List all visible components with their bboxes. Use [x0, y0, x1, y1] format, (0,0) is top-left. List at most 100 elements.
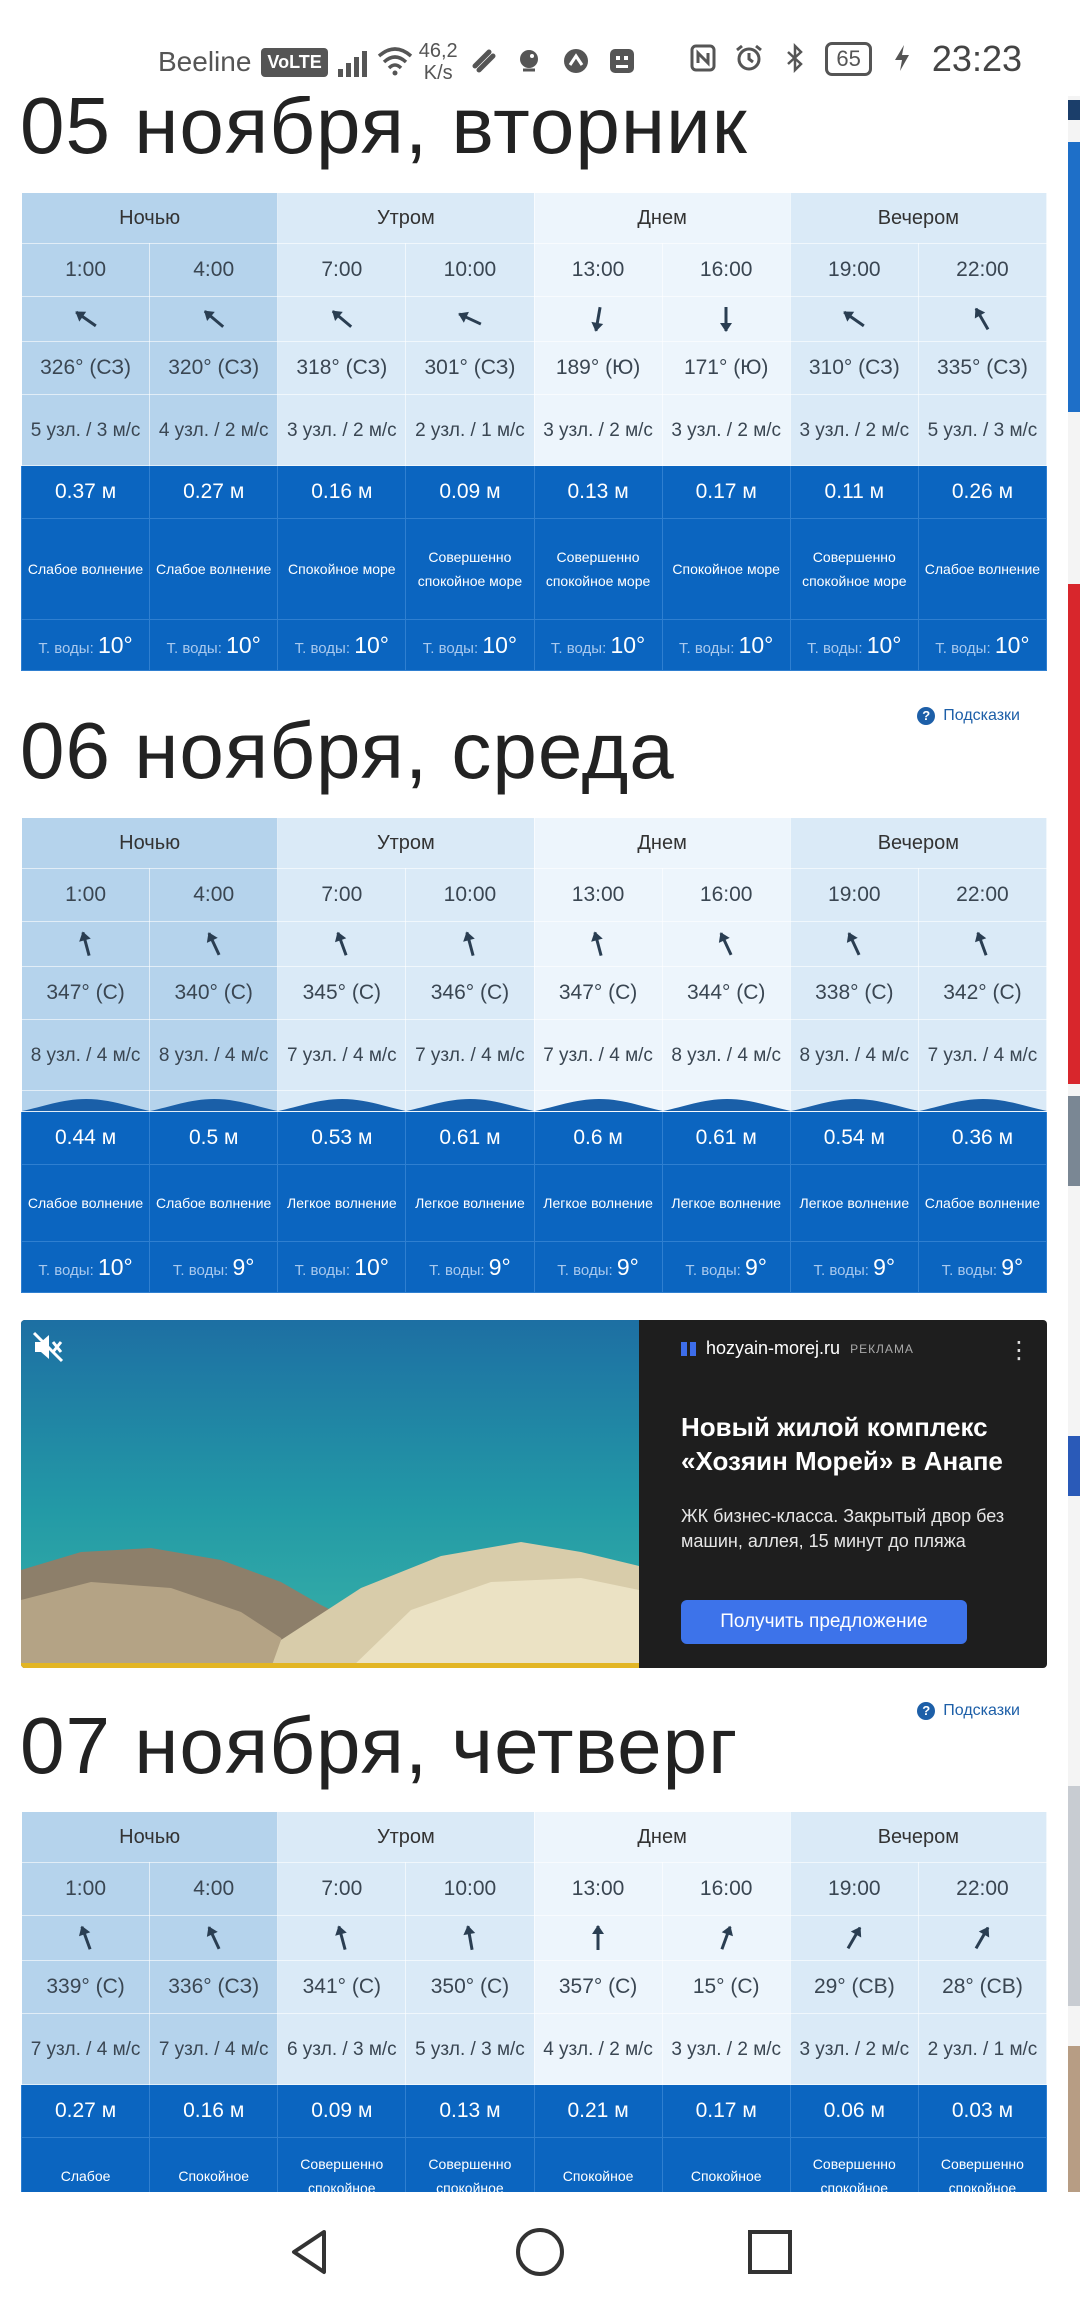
hints-link[interactable]: ? Подсказки	[917, 707, 1020, 725]
wind-degree-cell: 15° (С)	[661, 1960, 791, 2014]
wave-height-cell: 0.5 м	[149, 1111, 279, 1165]
advertisement[interactable]: hozyain-morej.ru РЕКЛАМА ⋮ Новый жилой к…	[21, 1320, 1047, 1668]
more-options-icon[interactable]: ⋮	[1007, 1336, 1031, 1365]
time-cell: 1:00	[21, 1862, 151, 1916]
wind-speed-cell: 6 узл. / 3 м/с	[277, 2013, 407, 2085]
wind-direction-arrow-icon	[917, 1915, 1047, 1961]
wind-direction-arrow-icon	[149, 921, 279, 967]
water-temp-cell: Т. воды: 10°	[789, 619, 919, 671]
wind-degree-cell: 338° (С)	[789, 966, 919, 1020]
period-header: Утром	[277, 817, 535, 869]
wind-degree-cell: 350° (С)	[405, 1960, 535, 2014]
wave-height-cell: 0.27 м	[21, 2084, 151, 2138]
ad-text-panel[interactable]: hozyain-morej.ru РЕКЛАМА ⋮ Новый жилой к…	[661, 1320, 1047, 1668]
time-cell: 22:00	[917, 243, 1048, 297]
time-cell: 13:00	[533, 1862, 663, 1916]
time-cell: 4:00	[149, 243, 279, 297]
speedometer-icon	[560, 46, 592, 78]
water-temp-value: 10°	[482, 631, 518, 658]
wave-height-cell: 0.61 м	[405, 1111, 535, 1165]
hints-link[interactable]: ? Подсказки	[917, 1702, 1020, 1720]
wave-shape-graphic	[149, 1090, 279, 1112]
wind-degree-cell: 344° (С)	[661, 966, 791, 1020]
wind-direction-arrow-icon	[405, 1915, 535, 1961]
question-icon: ?	[917, 1702, 936, 1720]
ad-domain[interactable]: hozyain-morej.ru РЕКЛАМА	[681, 1338, 914, 1359]
water-temp-cell: Т. воды: 9°	[661, 1241, 791, 1293]
wind-direction-arrow-icon	[533, 921, 663, 967]
water-temp-cell: Т. воды: 9°	[405, 1241, 535, 1293]
home-icon[interactable]	[510, 2222, 570, 2282]
forecast-table: Ночью Утром Днем Вечером 1:00 4:00 7:00 10:00 13…	[20, 192, 1048, 671]
wind-degree-cell: 310° (СЗ)	[789, 341, 919, 395]
wind-direction-arrow-icon	[789, 921, 919, 967]
sea-state-cell: Легкое волнение	[277, 1164, 407, 1242]
ad-title[interactable]: Новый жилой комплекс «Хозяин Морей» в Ан…	[681, 1410, 1041, 1478]
time-cell: 7:00	[277, 243, 407, 297]
period-header: Вечером	[789, 1811, 1047, 1863]
wave-shape-graphic	[277, 1090, 407, 1112]
wave-height-cell: 0.61 м	[661, 1111, 791, 1165]
wind-speed-cell: 3 узл. / 2 м/с	[533, 394, 663, 466]
wind-degree-cell: 341° (С)	[277, 1960, 407, 2014]
water-temp-value: 9°	[488, 1253, 511, 1280]
wind-direction-arrow-icon	[21, 1915, 151, 1961]
water-temp-value: 9°	[232, 1253, 255, 1280]
sea-state-cell: Слабое волнение	[917, 1164, 1048, 1242]
water-temp-value: 9°	[616, 1253, 639, 1280]
battery-indicator: 65	[825, 42, 872, 76]
wave-height-cell: 0.16 м	[149, 2084, 279, 2138]
wind-direction-arrow-icon	[149, 296, 279, 342]
wave-height-cell: 0.44 м	[20, 1111, 151, 1165]
water-temp-value: 10°	[866, 631, 902, 658]
water-temp-value: 10°	[354, 1253, 389, 1280]
recents-icon[interactable]	[740, 2222, 800, 2282]
bird-icon	[514, 46, 546, 78]
wind-direction-arrow-icon	[277, 1915, 407, 1961]
period-header: Днем	[533, 817, 791, 869]
wave-height-cell: 0.27 м	[149, 465, 279, 519]
water-temp-value: 10°	[226, 631, 261, 658]
ad-description: ЖК бизнес-класса. Закрытый двор без маши…	[681, 1506, 1005, 1551]
period-header: Ночью	[20, 817, 279, 869]
wind-direction-arrow-icon	[917, 921, 1048, 967]
water-temp-label: Т. воды:	[172, 1261, 229, 1279]
water-temp-cell: Т. воды: 10°	[405, 619, 535, 671]
water-temp-cell: Т. воды: 10°	[917, 619, 1048, 671]
water-temp-label: Т. воды:	[807, 639, 863, 657]
wind-degree-cell: 28° (СВ)	[917, 1960, 1047, 2014]
wave-height-cell: 0.09 м	[277, 2084, 407, 2138]
forecast-table: Ночью Утром Днем Вечером 1:00 4:00 7:00 10:00 13…	[20, 817, 1048, 1293]
link-icon	[468, 46, 500, 78]
water-temp-label: Т. воды:	[935, 639, 991, 657]
wave-shape-graphic	[20, 1090, 151, 1112]
water-temp-value: 10°	[738, 631, 774, 658]
sea-state-cell: Легкое волнение	[789, 1164, 919, 1242]
time-cell: 16:00	[661, 1862, 791, 1916]
wind-degree-cell: 342° (С)	[917, 966, 1048, 1020]
back-icon[interactable]	[280, 2222, 340, 2282]
time-cell: 16:00	[661, 868, 791, 922]
wind-direction-arrow-icon	[533, 296, 663, 342]
wind-direction-arrow-icon	[789, 296, 919, 342]
ad-image-sea[interactable]	[21, 1320, 639, 1668]
wind-speed-cell: 5 узл. / 3 м/с	[20, 394, 151, 466]
water-temp-cell: Т. воды: 10°	[661, 619, 791, 671]
water-temp-cell: Т. воды: 10°	[277, 1241, 407, 1293]
bluetooth-icon	[779, 42, 811, 75]
wave-shape-graphic	[661, 1090, 791, 1112]
water-temp-label: Т. воды:	[422, 639, 479, 657]
get-offer-button[interactable]: Получить предложение	[681, 1600, 967, 1644]
wave-height-cell: 0.13 м	[405, 2084, 535, 2138]
wind-direction-arrow-icon	[661, 296, 791, 342]
wave-height-cell: 0.37 м	[20, 465, 151, 519]
question-icon: ?	[917, 707, 936, 725]
status-bar: Beeline VoLTE 46,2 K/s 65 23:23	[0, 0, 1080, 96]
status-right: 65 23:23	[687, 38, 1022, 80]
wave-height-cell: 0.16 м	[277, 465, 407, 519]
wind-direction-arrow-icon	[917, 296, 1048, 342]
carrier-name: Beeline	[158, 46, 252, 77]
ad-tag: РЕКЛАМА	[850, 1341, 914, 1356]
wave-height-cell: 0.53 м	[277, 1111, 407, 1165]
mute-icon[interactable]	[31, 1330, 65, 1364]
